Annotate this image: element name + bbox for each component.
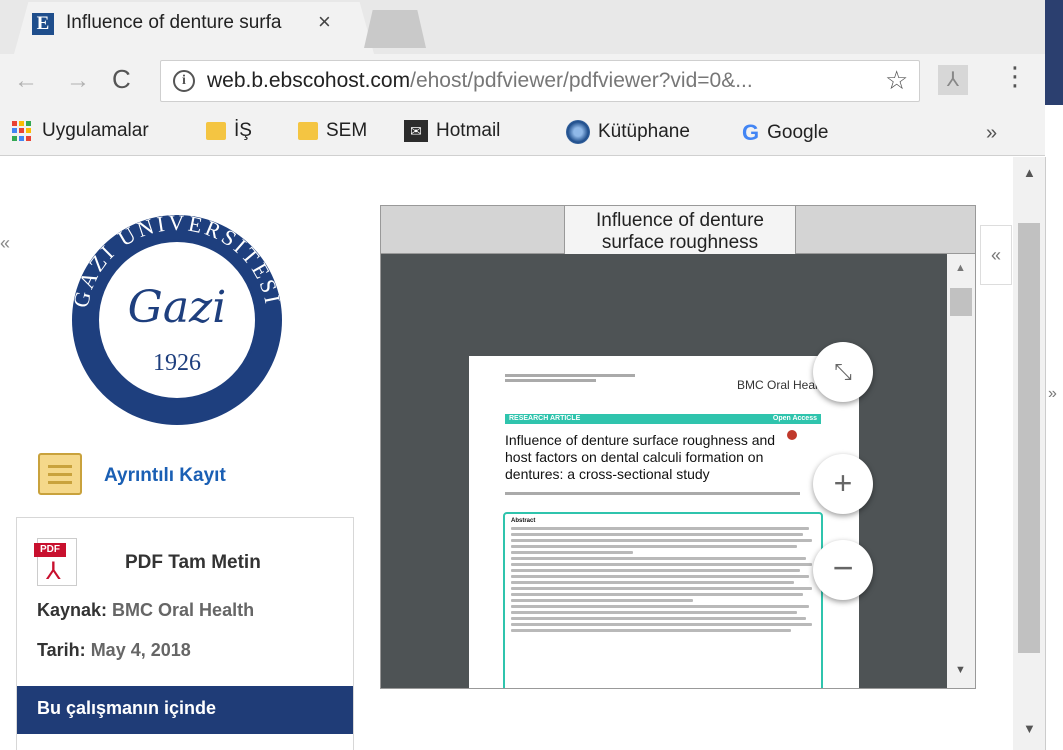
bookmark-is[interactable]: İŞ: [206, 120, 252, 146]
zoom-out-button[interactable]: −: [813, 540, 873, 600]
scroll-up-icon[interactable]: ▲: [955, 262, 966, 274]
university-logo: GAZİ ÜNİVERSİTESİ Gazi 1926: [72, 215, 282, 425]
source-row: Kaynak: BMC Oral Health: [37, 600, 254, 621]
right-panel-collapse-button[interactable]: «: [980, 225, 1012, 285]
acrobat-extension-icon[interactable]: ⅄: [938, 65, 968, 95]
source-label: Kaynak:: [37, 600, 108, 620]
logo-signature: Gazi: [127, 282, 227, 333]
paper-access: Open Access: [772, 415, 817, 422]
scroll-down-icon[interactable]: ▼: [955, 664, 966, 676]
menu-kebab-icon[interactable]: ⋮: [1002, 63, 1028, 89]
paper-type-band: RESEARCH ARTICLE Open Access: [505, 414, 821, 424]
paper-type: RESEARCH ARTICLE: [509, 415, 581, 422]
info-icon[interactable]: i: [173, 70, 195, 92]
folder-icon: [298, 121, 318, 140]
paper-abstract-heading: Abstract: [511, 518, 536, 524]
bookmark-label: İŞ: [234, 120, 252, 141]
page-scroll-thumb[interactable]: [1018, 223, 1040, 653]
source-value: BMC Oral Health: [112, 600, 255, 620]
folder-icon: [206, 121, 226, 140]
pdf-viewer-header: Influence of denture surface roughness: [381, 206, 975, 254]
window-edge: [1045, 0, 1063, 105]
bookmark-label: Google: [767, 122, 829, 144]
logo-year: 1926: [153, 350, 201, 376]
pdf-scroll-thumb[interactable]: [950, 288, 972, 316]
bookmark-star-icon[interactable]: ☆: [885, 65, 908, 96]
bookmarks-more-icon[interactable]: »: [986, 122, 997, 145]
bookmark-label: SEM: [326, 120, 368, 141]
paper-title: Influence of denture surface roughness a…: [505, 432, 776, 482]
paper-citation-header: [505, 374, 635, 382]
bookmark-label: Uygulamalar: [42, 120, 149, 141]
bookmark-apps[interactable]: Uygulamalar: [12, 120, 149, 146]
date-label: Tarih:: [37, 640, 86, 660]
browser-toolbar: ← → C i web.b.ebscohost.com/ehost/pdfvie…: [0, 54, 1045, 110]
apps-grid-icon: [12, 120, 32, 141]
date-value: May 4, 2018: [90, 640, 191, 660]
in-this-study-header[interactable]: Bu çalışmanın içinde: [17, 686, 353, 734]
back-arrow-icon[interactable]: ←: [14, 67, 38, 95]
logo-inner: Gazi 1926: [96, 239, 258, 401]
bookmark-label: Kütüphane: [598, 121, 690, 143]
detailed-record-label: Ayrıntılı Kayıt: [104, 465, 226, 486]
url-host: web.b.ebscohost.com: [207, 69, 411, 92]
pdf-viewer: Influence of denture surface roughness B…: [380, 205, 976, 689]
scroll-down-icon[interactable]: ▼: [1023, 721, 1036, 736]
bookmarks-bar: Uygulamalar İŞ SEM ✉ Hotmail Kütüphane GG…: [0, 110, 1045, 156]
left-panel-collapse-icon[interactable]: «: [0, 233, 18, 293]
background-window-edge: »: [1045, 157, 1063, 750]
bookmark-kutuphane[interactable]: Kütüphane: [566, 120, 690, 146]
paper-abstract-box: Abstract: [503, 512, 823, 688]
bookmark-google[interactable]: G Google: [742, 120, 828, 146]
tab-title[interactable]: Influence of denture surfa: [66, 12, 316, 34]
reload-icon[interactable]: C: [112, 64, 131, 95]
bookmark-label: Hotmail: [436, 120, 501, 142]
zoom-in-button[interactable]: +: [813, 454, 873, 514]
paper-authors: [505, 492, 815, 495]
pdf-viewer-title: Influence of denture surface roughness: [564, 206, 796, 254]
google-icon: G: [742, 120, 760, 145]
forward-arrow-icon[interactable]: →: [66, 67, 90, 95]
chevron-right-icon: »: [1048, 385, 1057, 402]
page-scrollbar[interactable]: ▲ ▼: [1013, 157, 1045, 750]
ebsco-favicon-icon: E: [32, 13, 54, 35]
date-row: Tarih: May 4, 2018: [37, 640, 191, 661]
pdf-scrollbar[interactable]: ▲ ▼: [947, 254, 975, 688]
url-text[interactable]: web.b.ebscohost.com/ehost/pdfviewer/pdfv…: [207, 69, 753, 93]
pdf-tag: PDF: [34, 543, 66, 557]
document-list-icon: [38, 453, 82, 495]
zoom-fit-button[interactable]: ⤡: [813, 342, 873, 402]
tab-close-icon[interactable]: ×: [318, 9, 331, 35]
pdf-canvas[interactable]: BMC Oral Health RESEARCH ARTICLE Open Ac…: [381, 254, 975, 688]
pdf-page[interactable]: BMC Oral Health RESEARCH ARTICLE Open Ac…: [469, 356, 859, 688]
page-viewport: « GAZİ ÜNİVERSİTESİ Gazi 1926 Ayrıntılı …: [0, 157, 1045, 750]
record-info-box: PDF ⅄ PDF Tam Metin Kaynak: BMC Oral Hea…: [16, 517, 354, 750]
new-tab-button[interactable]: [364, 10, 426, 48]
tab-strip: E Influence of denture surfa ×: [0, 0, 1063, 54]
pdf-icon: PDF ⅄: [34, 538, 77, 586]
address-bar[interactable]: i web.b.ebscohost.com/ehost/pdfviewer/pd…: [160, 60, 920, 102]
hotmail-icon: ✉: [404, 120, 428, 142]
library-icon: [566, 120, 590, 144]
crossmark-icon: [787, 430, 797, 440]
pdf-full-text-label: PDF Tam Metin: [125, 552, 261, 573]
bookmark-sem[interactable]: SEM: [298, 120, 367, 146]
url-path: /ehost/pdfviewer/pdfviewer?vid=0&...: [410, 69, 753, 92]
bookmark-hotmail[interactable]: ✉ Hotmail: [404, 120, 500, 146]
scroll-up-icon[interactable]: ▲: [1023, 165, 1036, 180]
